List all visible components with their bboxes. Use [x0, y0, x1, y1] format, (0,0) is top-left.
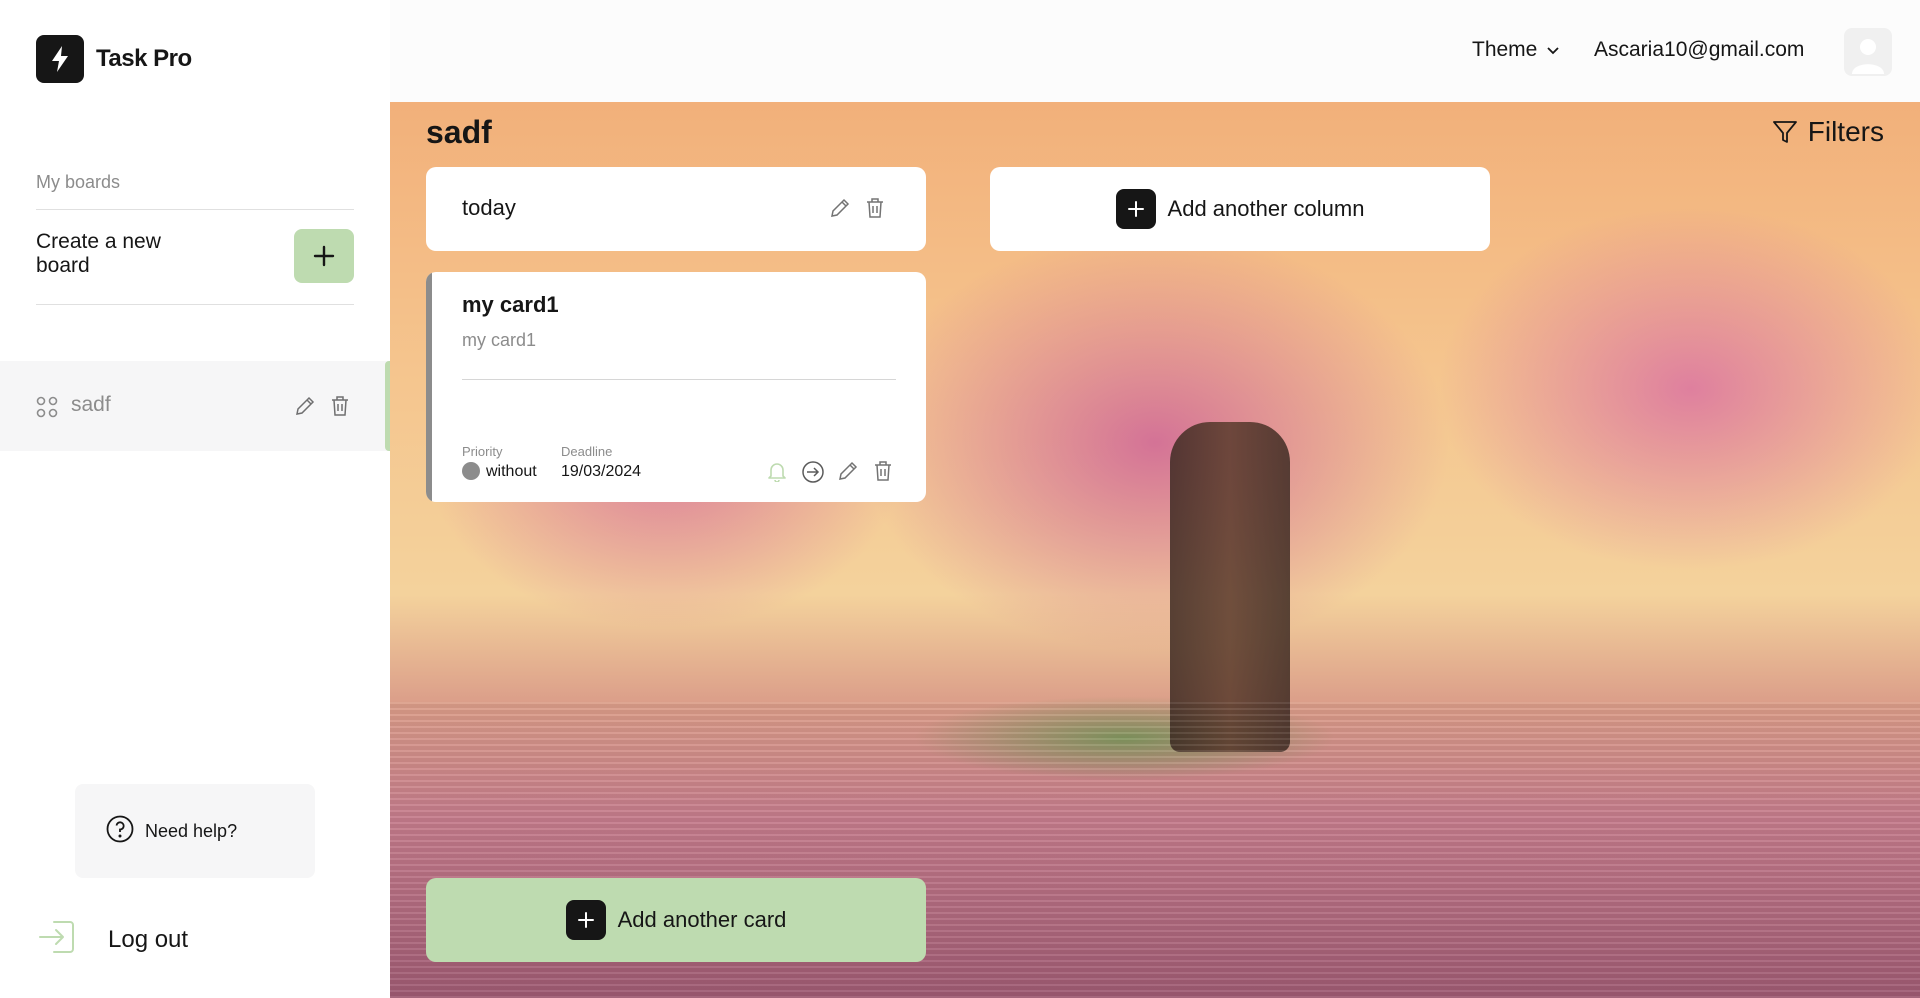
create-board-label: Create a new board: [36, 230, 161, 277]
pencil-icon[interactable]: [294, 395, 316, 422]
board-title: sadf: [426, 114, 492, 150]
logout-label: Log out: [108, 925, 189, 953]
pencil-icon[interactable]: [837, 460, 859, 487]
pencil-icon[interactable]: [829, 197, 851, 224]
sidebar-board-item-sadf[interactable]: sadf: [0, 361, 390, 451]
filters-label: Filters: [1807, 116, 1884, 147]
chevron-down-icon: [1547, 47, 1559, 55]
divider: [36, 209, 354, 210]
logout-button[interactable]: Log out: [36, 915, 188, 964]
user-icon: [1852, 39, 1884, 74]
column-header: today: [426, 167, 926, 251]
top-header: Theme Ascaria10@gmail.com: [390, 0, 1920, 102]
divider: [36, 304, 354, 305]
priority-label: Priority: [462, 444, 503, 459]
lightning-icon: [36, 35, 84, 83]
add-column-label: Add another column: [1167, 196, 1365, 221]
theme-label: Theme: [1472, 38, 1538, 61]
add-column-button[interactable]: Add another column: [990, 167, 1490, 251]
priority-indicator-bar: [426, 272, 432, 502]
create-board-button[interactable]: [294, 229, 354, 283]
app-logo[interactable]: Task Pro: [36, 35, 192, 83]
priority-value: without: [486, 463, 537, 480]
card-divider: [462, 379, 896, 380]
deadline-label: Deadline: [561, 444, 613, 459]
priority-dot: [462, 462, 480, 480]
theme-dropdown[interactable]: Theme: [1472, 38, 1561, 62]
my-boards-label: My boards: [36, 172, 121, 192]
trash-icon[interactable]: [330, 395, 350, 422]
user-email: Ascaria10@gmail.com: [1594, 38, 1805, 61]
app-name: Task Pro: [96, 45, 192, 72]
filter-icon: [1772, 121, 1797, 143]
card-description: my card1: [462, 330, 537, 350]
plus-icon: [313, 245, 335, 267]
filters-button[interactable]: Filters: [1772, 116, 1884, 148]
plus-icon: [565, 900, 606, 940]
sidebar: Task Pro My boards Create a new board sa…: [0, 0, 390, 998]
deadline-value: 19/03/2024: [561, 463, 642, 480]
user-avatar[interactable]: [1844, 28, 1892, 76]
add-card-label: Add another card: [617, 907, 787, 932]
card-title: my card1: [462, 292, 559, 317]
add-card-button[interactable]: Add another card: [426, 878, 926, 962]
bell-icon[interactable]: [766, 460, 788, 487]
help-box[interactable]: Need help?: [75, 784, 315, 878]
sidebar-board-name: sadf: [71, 393, 111, 416]
move-arrow-icon[interactable]: [801, 460, 825, 489]
trash-icon[interactable]: [865, 197, 885, 224]
column-title: today: [462, 195, 516, 220]
grid-icon: [36, 396, 58, 423]
board-canvas: sadf Filters today Add another column my…: [390, 102, 1920, 998]
trash-icon[interactable]: [873, 460, 893, 487]
help-label: Need help?: [145, 820, 238, 841]
plus-icon: [1115, 189, 1156, 229]
logout-icon: [36, 915, 80, 964]
task-card[interactable]: my card1 my card1 Priority without Deadl…: [426, 272, 926, 502]
help-icon: [105, 814, 135, 849]
